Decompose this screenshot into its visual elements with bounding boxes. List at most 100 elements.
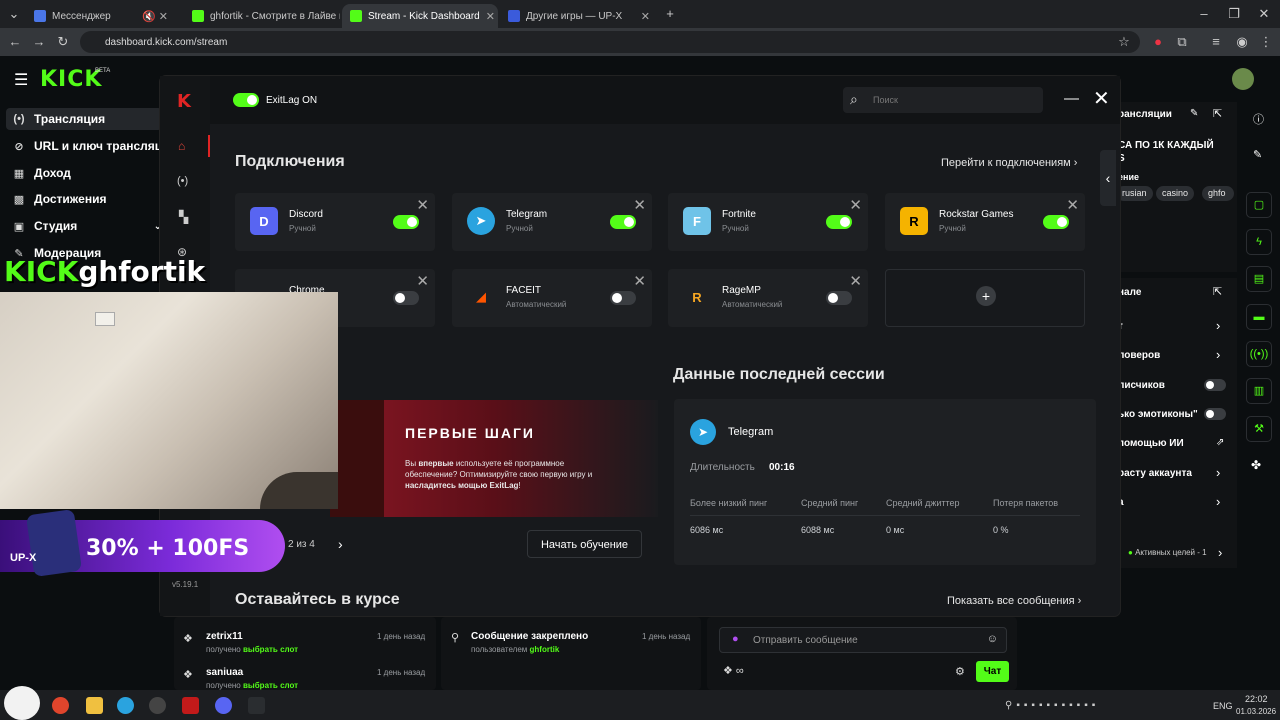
- forward-icon[interactable]: →: [31, 34, 47, 50]
- tab-close-icon[interactable]: ✕: [641, 10, 650, 23]
- remove-app-icon[interactable]: ✕: [1066, 196, 1079, 214]
- home-icon[interactable]: ⌂: [178, 139, 185, 153]
- active-goals[interactable]: ● Активных целей - 1: [1128, 548, 1207, 557]
- go-to-connections-link[interactable]: Перейти к подключениям ›: [941, 157, 1077, 169]
- chat-input[interactable]: ● Отправить сообщение ☺: [719, 627, 1007, 653]
- chat-bubble-icon[interactable]: ▬: [1246, 304, 1272, 330]
- info-icon[interactable]: ⓘ: [1253, 111, 1264, 127]
- reload-icon[interactable]: ↻: [55, 34, 71, 50]
- feed-username[interactable]: saniuaa: [206, 667, 243, 678]
- app-toggle[interactable]: [610, 291, 636, 305]
- collapse-panel-button[interactable]: ‹: [1100, 150, 1116, 206]
- explorer-taskbar-icon[interactable]: [86, 697, 103, 714]
- feed-username[interactable]: zetrix11: [206, 631, 243, 642]
- app-card-rockstar[interactable]: R Rockstar Games Ручной ✕: [885, 193, 1085, 251]
- menu-dots-icon[interactable]: ⋮: [1258, 34, 1274, 50]
- first-steps-banner[interactable]: ПЕРВЫЕ ШАГИ Вы впервые используете её пр…: [330, 400, 658, 517]
- tab-kick-dashboard[interactable]: Stream - Kick Dashboard ✕: [342, 4, 498, 28]
- chevron-right-icon[interactable]: ›: [1216, 465, 1220, 480]
- close-window-icon[interactable]: ✕: [1256, 6, 1272, 22]
- app-toggle[interactable]: [610, 215, 636, 229]
- obs-taskbar-icon[interactable]: [149, 697, 166, 714]
- app-card-ragemp[interactable]: R RageMP Автоматический ✕: [668, 269, 868, 327]
- tag-chip[interactable]: ghfo: [1202, 186, 1234, 201]
- telegram-taskbar-icon[interactable]: [117, 697, 134, 714]
- popout-icon[interactable]: ⇱: [1213, 107, 1222, 120]
- setting-row[interactable]: расту аккаунта: [1118, 468, 1192, 479]
- app-toggle[interactable]: [393, 291, 419, 305]
- chevron-right-icon[interactable]: ›: [1218, 545, 1222, 560]
- setting-toggle[interactable]: [1204, 408, 1226, 420]
- app-card-fortnite[interactable]: F Fortnite Ручной ✕: [668, 193, 868, 251]
- popout-icon[interactable]: ⇱: [1213, 285, 1222, 298]
- chevron-right-icon[interactable]: ›: [1216, 318, 1220, 333]
- palette-icon[interactable]: ✤: [1251, 458, 1261, 472]
- setting-toggle[interactable]: [1204, 379, 1226, 391]
- restore-icon[interactable]: ❐: [1226, 6, 1242, 22]
- tab-search-icon[interactable]: ⌄: [6, 6, 22, 22]
- bookmark-star-icon[interactable]: ☆: [1116, 34, 1132, 50]
- tab-upx[interactable]: Другие игры — UP-X ✕: [500, 4, 658, 28]
- discord-taskbar-icon[interactable]: [215, 697, 232, 714]
- kick-logo[interactable]: KICK: [40, 67, 102, 92]
- exitlag-master-toggle[interactable]: [233, 93, 259, 107]
- apps-grid-icon[interactable]: ▚: [179, 210, 188, 224]
- tab-close-icon[interactable]: 🔇 ✕: [142, 10, 168, 23]
- pencil-icon[interactable]: ✎: [1253, 148, 1262, 161]
- wrench-icon[interactable]: ⚒: [1246, 416, 1272, 442]
- extension-icon[interactable]: ●: [1150, 34, 1166, 50]
- hamburger-menu-icon[interactable]: ☰: [14, 70, 28, 90]
- start-tutorial-button[interactable]: Начать обучение: [527, 530, 642, 558]
- tag-chip[interactable]: casino: [1156, 186, 1195, 201]
- tag-chip[interactable]: rusian: [1116, 186, 1153, 201]
- broadcast-icon[interactable]: ((•)): [1246, 341, 1272, 367]
- extensions-puzzle-icon[interactable]: ⧉: [1174, 34, 1190, 50]
- chevron-right-icon[interactable]: ›: [1216, 347, 1220, 362]
- app-card-discord[interactable]: D Discord Ручной ✕: [235, 193, 435, 251]
- settings-gear-icon[interactable]: ⚙: [955, 665, 965, 678]
- minimize-window-icon[interactable]: —: [1064, 90, 1079, 107]
- remove-app-icon[interactable]: ✕: [633, 272, 646, 290]
- show-all-messages-link[interactable]: Показать все сообщения ›: [947, 595, 1081, 607]
- app-toggle[interactable]: [826, 215, 852, 229]
- app-card-telegram[interactable]: ➤ Telegram Ручной ✕: [452, 193, 652, 251]
- remove-app-icon[interactable]: ✕: [633, 196, 646, 214]
- sidebar-item-income[interactable]: ▦ Доход: [12, 162, 71, 184]
- next-chevron-icon[interactable]: ›: [338, 536, 343, 552]
- url-field[interactable]: dashboard.kick.com/stream: [80, 31, 1140, 53]
- lightning-icon[interactable]: ϟ: [1246, 229, 1272, 255]
- panel-icon[interactable]: ▥: [1246, 378, 1272, 404]
- remove-app-icon[interactable]: ✕: [849, 196, 862, 214]
- chevron-right-icon[interactable]: ›: [1216, 494, 1220, 509]
- app-card-faceit[interactable]: ◢ FACEIT Автоматический ✕: [452, 269, 652, 327]
- user-avatar[interactable]: [1232, 68, 1254, 90]
- new-tab-icon[interactable]: +: [662, 6, 678, 22]
- crop-icon[interactable]: ▢: [1246, 192, 1272, 218]
- points-icon[interactable]: ❖ ∞: [723, 664, 744, 677]
- remove-app-icon[interactable]: ✕: [416, 272, 429, 290]
- add-app-card[interactable]: +: [885, 269, 1085, 327]
- sidebar-item-stream-key[interactable]: ⊘ URL и ключ трансляции: [12, 135, 177, 157]
- profile-icon[interactable]: ◉: [1234, 34, 1250, 50]
- app-toggle[interactable]: [826, 291, 852, 305]
- broadcast-nav-icon[interactable]: (•): [177, 175, 188, 187]
- system-tray-icons[interactable]: ⚲▪▪▪▪▪▪▪▪▪▪▪: [1005, 700, 1099, 711]
- remove-app-icon[interactable]: ✕: [849, 272, 862, 290]
- sidebar-item-stream[interactable]: (•) Трансляция: [6, 108, 162, 130]
- tab-messenger[interactable]: Мессенджер 🔇 ✕: [26, 4, 176, 28]
- edit-icon[interactable]: ✎: [1190, 108, 1198, 119]
- emoji-icon[interactable]: ☺: [987, 633, 998, 645]
- document-icon[interactable]: ▤: [1246, 266, 1272, 292]
- search-input[interactable]: Поиск: [843, 87, 1043, 113]
- chrome-taskbar-icon[interactable]: [52, 697, 69, 714]
- media-icon[interactable]: ≡: [1208, 34, 1224, 50]
- remove-app-icon[interactable]: ✕: [416, 196, 429, 214]
- app-toggle[interactable]: [393, 215, 419, 229]
- back-icon[interactable]: ←: [7, 34, 23, 50]
- minimize-icon[interactable]: –: [1196, 6, 1212, 22]
- chat-send-button[interactable]: Чат: [976, 661, 1009, 682]
- language-indicator[interactable]: ENG: [1213, 701, 1233, 711]
- external-link-icon[interactable]: ⇗: [1216, 437, 1224, 448]
- sidebar-item-studio[interactable]: ▣ Студия ⌄: [12, 215, 162, 237]
- exitlag-taskbar-icon[interactable]: [182, 697, 199, 714]
